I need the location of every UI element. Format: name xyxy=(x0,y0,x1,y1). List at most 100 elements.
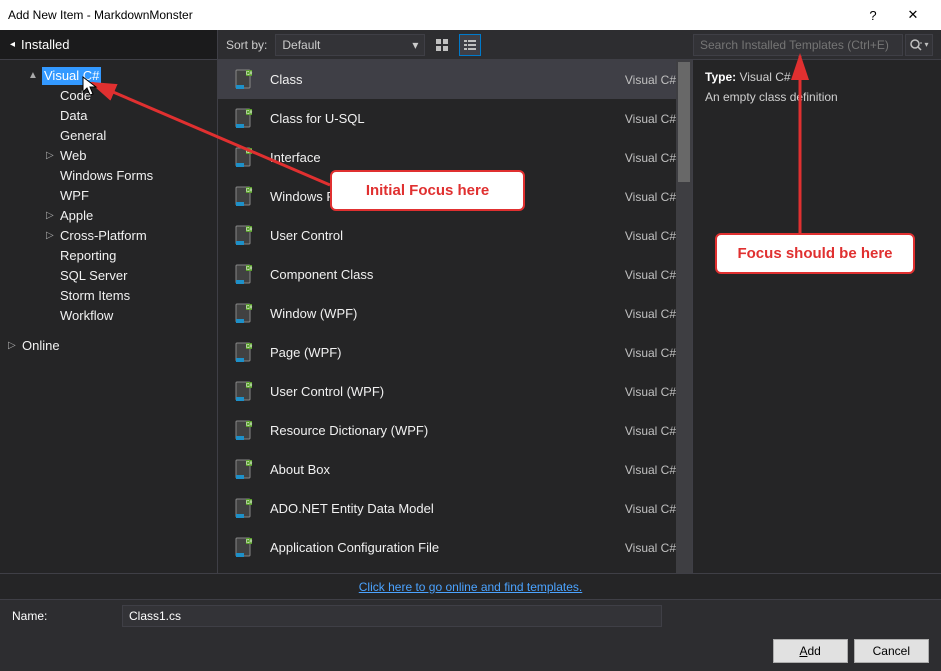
sort-value: Default xyxy=(282,38,320,52)
svg-text:C#: C# xyxy=(246,344,253,350)
scrollbar-track[interactable] xyxy=(676,60,692,573)
template-row[interactable]: C#Component ClassVisual C# xyxy=(218,255,692,294)
tree-item-visual-c-[interactable]: ▲Visual C# xyxy=(0,66,217,86)
tree-item-sql-server[interactable]: SQL Server xyxy=(0,266,217,286)
file-icon: C# xyxy=(230,144,258,172)
close-button[interactable]: ✕ xyxy=(893,0,933,30)
view-grid-button[interactable] xyxy=(431,34,453,56)
tree-item-apple[interactable]: ▷Apple xyxy=(0,206,217,226)
tree-item-workflow[interactable]: Workflow xyxy=(0,306,217,326)
tree-item-reporting[interactable]: Reporting xyxy=(0,246,217,266)
template-row[interactable]: C#User Control (WPF)Visual C# xyxy=(218,372,692,411)
template-name: About Box xyxy=(270,462,625,477)
template-name: Page (WPF) xyxy=(270,345,625,360)
template-lang: Visual C# xyxy=(625,229,676,243)
tree-item-label: Web xyxy=(60,147,87,165)
template-list[interactable]: C#ClassVisual C#C#Class for U-SQLVisual … xyxy=(218,60,692,573)
template-row[interactable]: C#Class for U-SQLVisual C# xyxy=(218,99,692,138)
chevron-down-icon: ▾ xyxy=(412,38,418,52)
tree-item-storm-items[interactable]: Storm Items xyxy=(0,286,217,306)
template-description: An empty class definition xyxy=(705,90,929,104)
template-name: Application Configuration File xyxy=(270,540,625,555)
category-tree: ▲Visual C#CodeDataGeneral▷WebWindows For… xyxy=(0,60,218,573)
file-icon: C# xyxy=(230,378,258,406)
grid-icon xyxy=(435,38,449,52)
expander-icon: ▷ xyxy=(46,207,58,225)
name-input[interactable] xyxy=(122,605,662,627)
help-button[interactable]: ? xyxy=(853,0,893,30)
search-icon xyxy=(909,38,923,52)
file-icon: C# xyxy=(230,534,258,562)
svg-text:C#: C# xyxy=(246,149,253,155)
add-button[interactable]: Add xyxy=(773,639,848,663)
template-row[interactable]: C#Page (WPF)Visual C# xyxy=(218,333,692,372)
template-row[interactable]: C#Resource Dictionary (WPF)Visual C# xyxy=(218,411,692,450)
tree-item-data[interactable]: Data xyxy=(0,106,217,126)
name-label: Name: xyxy=(12,609,122,623)
search-wrap: ▾ xyxy=(693,34,933,56)
svg-text:C#: C# xyxy=(246,539,253,545)
tree-item-label: Code xyxy=(60,87,91,105)
tree-item-label: WPF xyxy=(60,187,89,205)
sort-label: Sort by: xyxy=(226,38,267,52)
online-link-row: Click here to go online and find templat… xyxy=(0,573,941,599)
svg-text:C#: C# xyxy=(246,383,253,389)
tree-item-label: Windows Forms xyxy=(60,167,153,185)
installed-tab-label: Installed xyxy=(21,37,69,52)
template-name: Class xyxy=(270,72,625,87)
titlebar: Add New Item - MarkdownMonster ? ✕ xyxy=(0,0,941,30)
tree-item-windows-forms[interactable]: Windows Forms xyxy=(0,166,217,186)
expander-icon: ▷ xyxy=(46,147,58,165)
search-input[interactable] xyxy=(693,34,903,56)
scrollbar-thumb[interactable] xyxy=(678,62,690,182)
template-lang: Visual C# xyxy=(625,190,676,204)
template-row[interactable]: C#ADO.NET Entity Data ModelVisual C# xyxy=(218,489,692,528)
svg-text:C#: C# xyxy=(246,71,253,77)
annotation-initial-focus: Initial Focus here xyxy=(330,170,525,211)
template-lang: Visual C# xyxy=(625,112,676,126)
top-row: ◂ Installed Sort by: Default ▾ ▾ xyxy=(0,30,941,60)
tree-item-code[interactable]: Code xyxy=(0,86,217,106)
file-icon: C# xyxy=(230,261,258,289)
name-row: Name: xyxy=(0,599,941,631)
online-templates-link[interactable]: Click here to go online and find templat… xyxy=(359,580,582,594)
template-row[interactable]: C# About BoxVisual C# xyxy=(218,450,692,489)
sort-bar: Sort by: Default ▾ ▾ xyxy=(218,30,941,59)
tree-item-cross-platform[interactable]: ▷Cross-Platform xyxy=(0,226,217,246)
tree-item-web[interactable]: ▷Web xyxy=(0,146,217,166)
search-button[interactable]: ▾ xyxy=(905,34,933,56)
template-lang: Visual C# xyxy=(625,73,676,87)
type-label: Type: xyxy=(705,70,736,84)
sort-dropdown[interactable]: Default ▾ xyxy=(275,34,425,56)
template-lang: Visual C# xyxy=(625,268,676,282)
template-lang: Visual C# xyxy=(625,541,676,555)
template-lang: Visual C# xyxy=(625,424,676,438)
template-name: User Control (WPF) xyxy=(270,384,625,399)
view-list-button[interactable] xyxy=(459,34,481,56)
file-icon: C# xyxy=(230,105,258,133)
main-area: ▲Visual C#CodeDataGeneral▷WebWindows For… xyxy=(0,60,941,573)
cancel-button[interactable]: Cancel xyxy=(854,639,929,663)
svg-text:C#: C# xyxy=(246,110,253,116)
template-row[interactable]: C#Window (WPF)Visual C# xyxy=(218,294,692,333)
expander-icon: ▷ xyxy=(8,337,20,355)
tree-online[interactable]: ▷ Online xyxy=(0,336,217,356)
svg-text:C#: C# xyxy=(246,422,253,428)
template-lang: Visual C# xyxy=(625,463,676,477)
type-value: Visual C# xyxy=(739,70,790,84)
annotation-focus-should-be: Focus should be here xyxy=(715,233,915,274)
template-row[interactable]: C#User ControlVisual C# xyxy=(218,216,692,255)
svg-text:C#: C# xyxy=(246,461,253,467)
tree-online-label: Online xyxy=(22,337,60,355)
template-name: User Control xyxy=(270,228,625,243)
template-row[interactable]: C# ClassVisual C# xyxy=(218,60,692,99)
tree-item-wpf[interactable]: WPF xyxy=(0,186,217,206)
tree-item-general[interactable]: General xyxy=(0,126,217,146)
file-icon: C# xyxy=(230,339,258,367)
installed-tab[interactable]: ◂ Installed xyxy=(0,30,218,59)
window-title: Add New Item - MarkdownMonster xyxy=(8,8,853,22)
svg-text:C#: C# xyxy=(246,266,253,272)
template-row[interactable]: C# Application Configuration FileVisual C… xyxy=(218,528,692,567)
svg-text:C#: C# xyxy=(246,500,253,506)
file-icon: C# xyxy=(230,66,258,94)
